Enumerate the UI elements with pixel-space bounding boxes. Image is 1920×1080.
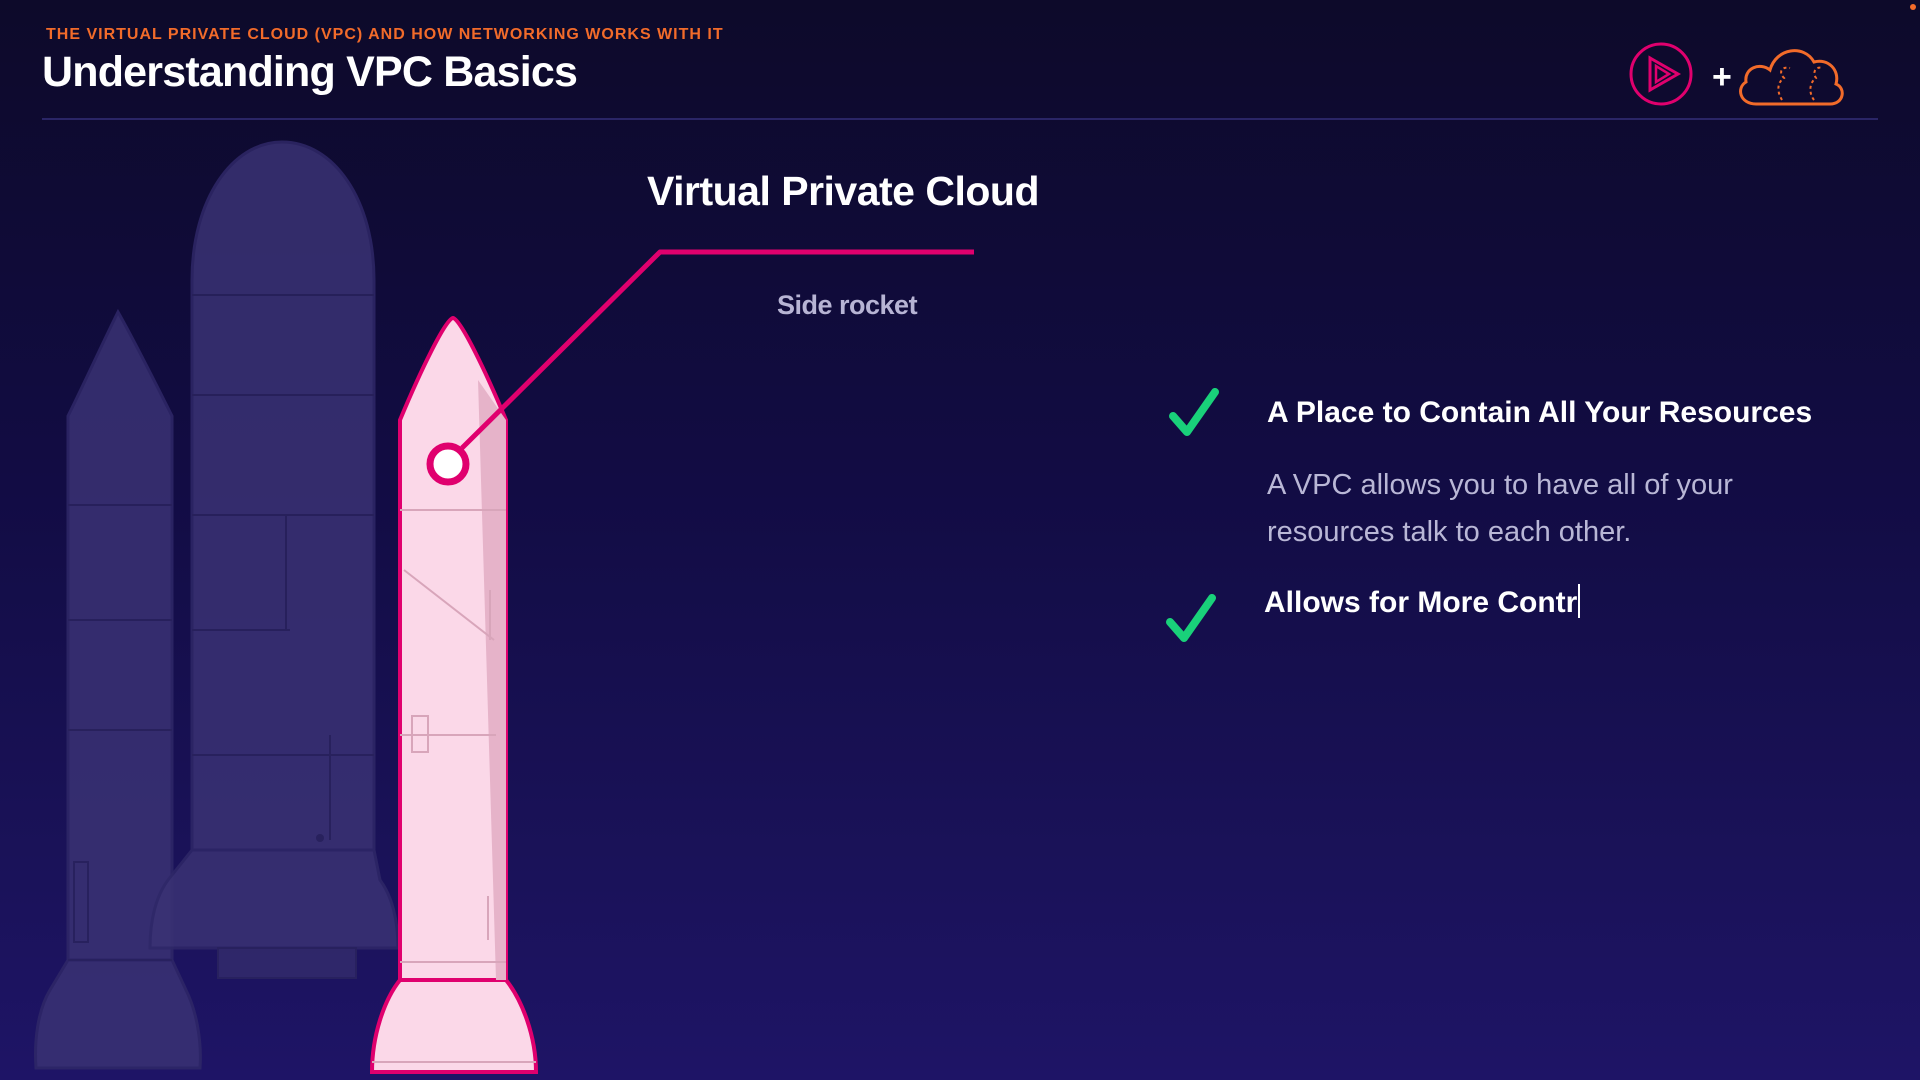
page-title: Understanding VPC Basics: [42, 48, 578, 96]
header-divider: [42, 118, 1878, 120]
diagram-title: Virtual Private Cloud: [647, 168, 1040, 214]
brand-logos: [1629, 42, 1844, 106]
point-title: A Place to Contain All Your Resources: [1267, 396, 1813, 429]
play-icon: [1629, 42, 1693, 106]
side-rocket-highlighted: [369, 315, 539, 1074]
point-title-typing: Allows for More Contr: [1264, 584, 1581, 620]
slide: THE VIRTUAL PRIVATE CLOUD (VPC) AND HOW …: [0, 0, 1920, 1080]
cloud-icon: [1739, 49, 1844, 106]
diagram-subtitle: Side rocket: [777, 290, 918, 320]
left-booster-rocket: [34, 308, 202, 1070]
indicator-dot: [1910, 4, 1916, 10]
callout-connector: [426, 249, 974, 486]
point-title-text: Allows for More Contr: [1264, 586, 1578, 619]
point-description: A VPC allows you to have all of your res…: [1267, 469, 1733, 548]
rocket-illustration: [34, 140, 974, 1074]
text-caret: [1578, 584, 1581, 618]
main-rocket-muted: [148, 140, 400, 979]
plus-icon: +: [1712, 58, 1732, 96]
slide-eyebrow: THE VIRTUAL PRIVATE CLOUD (VPC) AND HOW …: [46, 26, 724, 43]
checkmark-icon: [1166, 594, 1216, 642]
checkmark-icon: [1169, 388, 1219, 436]
